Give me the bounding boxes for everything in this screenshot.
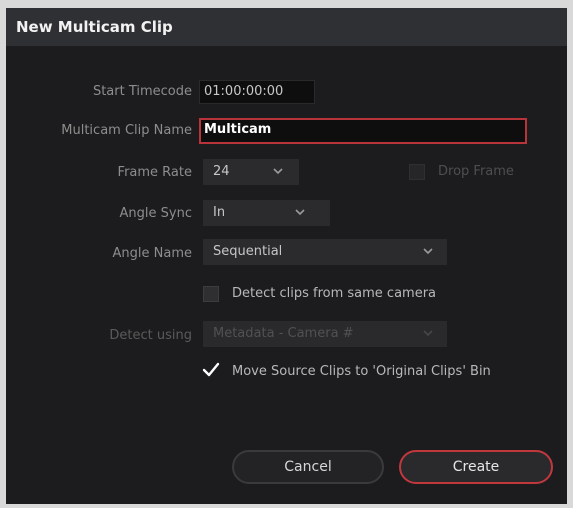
detect-same-camera-checkbox[interactable] xyxy=(203,286,219,302)
cancel-button[interactable]: Cancel xyxy=(232,450,384,484)
detect-same-camera-label: Detect clips from same camera xyxy=(232,286,437,301)
angle-sync-select[interactable]: In xyxy=(203,200,330,226)
frame-rate-value: 24 xyxy=(213,164,230,179)
frame-rate-select[interactable]: 24 xyxy=(203,159,299,185)
drop-frame-checkbox[interactable] xyxy=(409,164,425,180)
drop-frame-label: Drop Frame xyxy=(438,164,514,179)
move-source-label: Move Source Clips to 'Original Clips' Bi… xyxy=(232,364,491,379)
detect-using-select[interactable]: Metadata - Camera # xyxy=(203,321,447,347)
clip-name-value: Multicam xyxy=(204,122,272,137)
new-multicam-clip-dialog: New Multicam Clip Start Timecode 01:00:0… xyxy=(6,8,567,504)
move-source-checkbox[interactable] xyxy=(202,362,220,382)
detect-using-value: Metadata - Camera # xyxy=(213,326,354,341)
angle-sync-value: In xyxy=(213,205,226,220)
dialog-titlebar: New Multicam Clip xyxy=(6,8,567,46)
checkmark-icon xyxy=(202,362,220,377)
clip-name-label: Multicam Clip Name xyxy=(61,123,192,138)
angle-name-value: Sequential xyxy=(213,244,283,259)
start-timecode-label: Start Timecode xyxy=(92,84,192,99)
chevron-down-icon xyxy=(273,159,283,185)
angle-sync-label: Angle Sync xyxy=(119,206,192,221)
start-timecode-field[interactable]: 01:00:00:00 xyxy=(199,80,315,104)
angle-name-select[interactable]: Sequential xyxy=(203,239,447,265)
create-button[interactable]: Create xyxy=(399,450,553,484)
chevron-down-icon xyxy=(295,200,305,226)
dialog-title: New Multicam Clip xyxy=(16,18,173,36)
frame-rate-label: Frame Rate xyxy=(117,165,192,180)
clip-name-field[interactable]: Multicam xyxy=(199,118,527,144)
chevron-down-icon xyxy=(423,321,433,347)
angle-name-label: Angle Name xyxy=(112,246,192,261)
chevron-down-icon xyxy=(423,239,433,265)
detect-using-label: Detect using xyxy=(109,328,192,343)
